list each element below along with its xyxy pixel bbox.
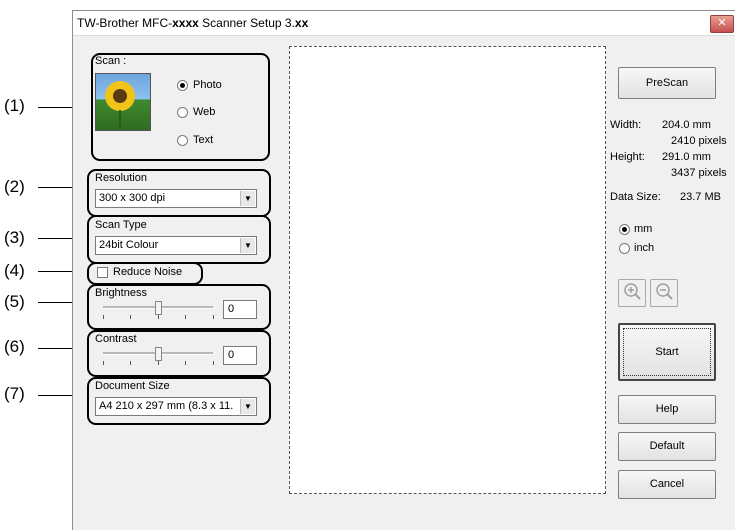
scan-type-select[interactable]: 24bit Colour ▼ <box>95 236 257 255</box>
cancel-button[interactable]: Cancel <box>618 470 716 499</box>
resolution-label: Resolution <box>95 172 147 184</box>
contrast-value-field[interactable]: 0 <box>223 346 257 365</box>
brightness-label: Brightness <box>95 287 147 299</box>
unit-inch-label[interactable]: inch <box>634 242 654 254</box>
callout-6: (6) <box>4 337 25 356</box>
zoom-in-icon <box>624 283 641 300</box>
contrast-label: Contrast <box>95 333 137 345</box>
contrast-tick <box>185 361 186 365</box>
contrast-slider-thumb[interactable] <box>155 347 162 361</box>
text-label[interactable]: Text <box>193 134 213 146</box>
height-label: Height: <box>610 151 645 163</box>
close-button[interactable]: ✕ <box>710 15 734 33</box>
document-size-select[interactable]: A4 210 x 297 mm (8.3 x 11. ▼ <box>95 397 257 416</box>
sunflower-icon <box>105 81 135 130</box>
brightness-tick <box>158 315 159 319</box>
reduce-noise-checkbox[interactable] <box>97 267 108 278</box>
window-title: TW-Brother MFC-xxxx Scanner Setup 3.xx <box>77 16 309 30</box>
default-button[interactable]: Default <box>618 432 716 461</box>
chevron-down-icon: ▼ <box>240 191 255 206</box>
reduce-noise-label[interactable]: Reduce Noise <box>113 266 182 278</box>
zoom-in-button[interactable] <box>618 279 646 307</box>
callout-4: (4) <box>4 261 25 280</box>
text-radio[interactable] <box>177 135 188 146</box>
chevron-down-icon: ▼ <box>240 238 255 253</box>
unit-mm-label[interactable]: mm <box>634 223 652 235</box>
web-radio[interactable] <box>177 107 188 118</box>
photo-radio[interactable] <box>177 80 188 91</box>
web-label[interactable]: Web <box>193 106 215 118</box>
brightness-value-field[interactable]: 0 <box>223 300 257 319</box>
callout-5: (5) <box>4 292 25 311</box>
contrast-tick <box>103 361 104 365</box>
document-size-label: Document Size <box>95 380 170 392</box>
callout-1: (1) <box>4 96 25 115</box>
callout-2: (2) <box>4 177 25 196</box>
help-button[interactable]: Help <box>618 395 716 424</box>
contrast-tick <box>158 361 159 365</box>
brightness-tick <box>130 315 131 319</box>
data-size-value: 23.7 MB <box>680 191 721 203</box>
contrast-tick <box>130 361 131 365</box>
start-button[interactable]: Start <box>618 323 716 381</box>
zoom-out-button[interactable] <box>650 279 678 307</box>
title-bar: TW-Brother MFC-xxxx Scanner Setup 3.xx ✕ <box>73 11 735 36</box>
brightness-tick <box>103 315 104 319</box>
scan-label: Scan : <box>95 55 127 67</box>
scanner-setup-window: TW-Brother MFC-xxxx Scanner Setup 3.xx ✕… <box>72 10 735 530</box>
contrast-tick <box>213 361 214 365</box>
width-pixels: 2410 pixels <box>671 135 727 147</box>
scan-preview-image <box>95 73 151 131</box>
unit-mm-radio[interactable] <box>619 224 630 235</box>
data-size-label: Data Size: <box>610 191 661 203</box>
width-mm: 204.0 mm <box>662 119 711 131</box>
brightness-slider-thumb[interactable] <box>155 301 162 315</box>
brightness-tick <box>185 315 186 319</box>
prescan-button[interactable]: PreScan <box>618 67 716 99</box>
brightness-tick <box>213 315 214 319</box>
unit-inch-radio[interactable] <box>619 243 630 254</box>
height-mm: 291.0 mm <box>662 151 711 163</box>
callout-3: (3) <box>4 228 25 247</box>
scan-type-label: Scan Type <box>95 219 147 231</box>
zoom-out-icon <box>656 283 673 300</box>
chevron-down-icon: ▼ <box>240 399 255 414</box>
photo-label[interactable]: Photo <box>193 79 222 91</box>
width-label: Width: <box>610 119 642 131</box>
callout-7: (7) <box>4 384 25 403</box>
scan-preview-area[interactable] <box>289 46 606 494</box>
resolution-select[interactable]: 300 x 300 dpi ▼ <box>95 189 257 208</box>
height-pixels: 3437 pixels <box>671 167 727 179</box>
